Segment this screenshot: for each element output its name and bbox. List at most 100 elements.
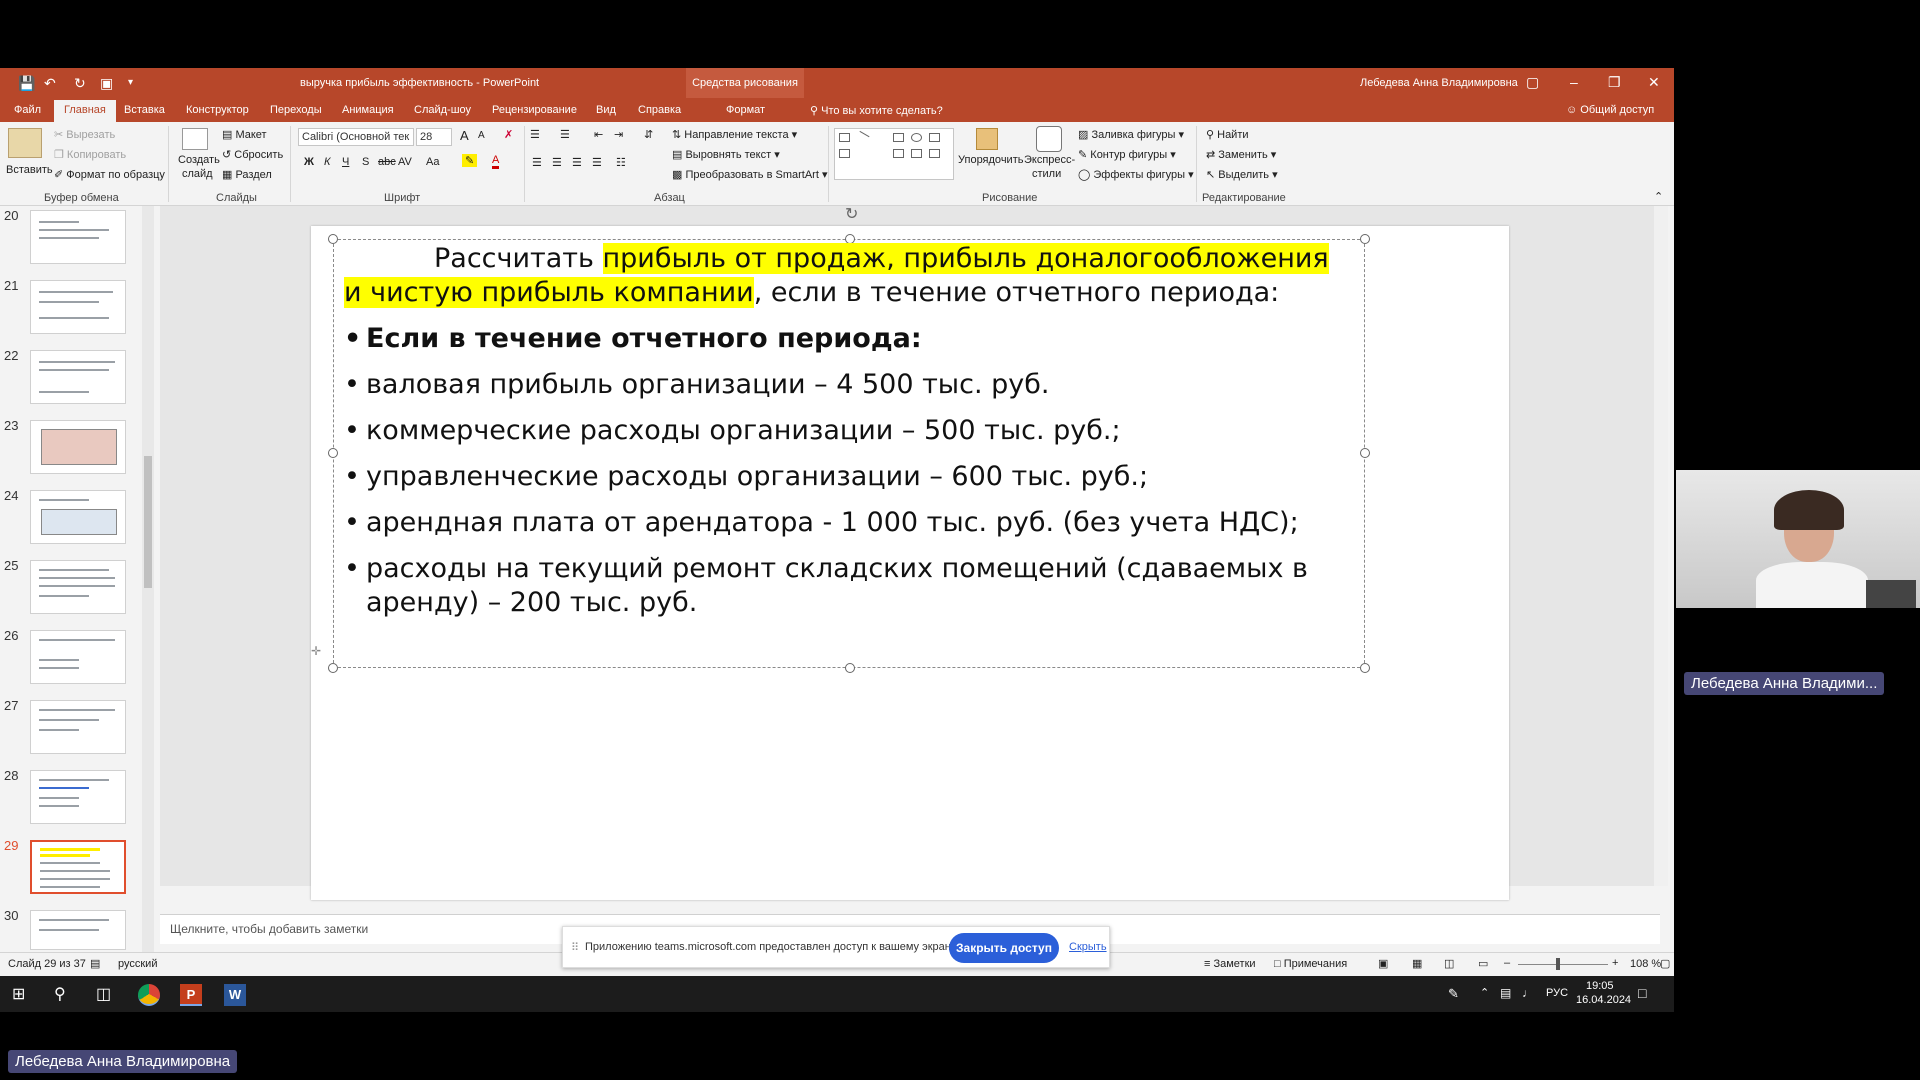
slide-canvas[interactable]: ↻ Рассчитать прибыль от продаж, прибыль … bbox=[311, 206, 1509, 900]
shrink-font-button[interactable]: A bbox=[478, 130, 485, 141]
share-button[interactable]: ☺ Общий доступ bbox=[1566, 104, 1654, 116]
format-painter-button[interactable]: ✐ Формат по образцу bbox=[54, 168, 165, 181]
chrome-icon[interactable] bbox=[138, 984, 160, 1006]
tab-slideshow[interactable]: Слайд-шоу bbox=[414, 104, 471, 116]
align-text-button[interactable]: ▤ Выровнять текст ▾ bbox=[672, 148, 780, 161]
triangle-shape-icon[interactable] bbox=[839, 149, 850, 158]
slideshow-view-icon[interactable]: ▭ bbox=[1478, 957, 1488, 970]
clear-formatting-icon[interactable]: ✗ bbox=[504, 128, 513, 141]
language-indicator[interactable]: русский bbox=[118, 958, 157, 970]
zoom-in-icon[interactable]: + bbox=[1612, 957, 1618, 969]
decrease-indent-icon[interactable]: ⇤ bbox=[594, 128, 603, 141]
copy-button[interactable]: ❐ Копировать bbox=[54, 148, 126, 161]
restore-icon[interactable]: ❐ bbox=[1608, 74, 1621, 91]
font-name-field[interactable]: Calibri (Основной тек bbox=[298, 128, 414, 146]
search-icon[interactable]: ⚲ bbox=[54, 984, 76, 1006]
shape-effects-button[interactable]: ◯ Эффекты фигуры ▾ bbox=[1078, 168, 1194, 181]
tell-me-search[interactable]: ⚲ Что вы хотите сделать? bbox=[810, 104, 943, 117]
paste-icon[interactable] bbox=[8, 128, 42, 158]
undo-icon[interactable]: ↶ bbox=[44, 75, 56, 92]
tab-home[interactable]: Главная bbox=[54, 100, 116, 122]
tab-file[interactable]: Файл bbox=[14, 104, 41, 116]
align-center-icon[interactable]: ☰ bbox=[552, 156, 562, 169]
resize-handle[interactable] bbox=[1360, 234, 1370, 244]
down-arrow-shape-icon[interactable] bbox=[911, 149, 922, 158]
tab-format[interactable]: Формат bbox=[726, 104, 765, 116]
volume-icon[interactable]: ♩ bbox=[1522, 986, 1534, 1000]
rectangle-shape-icon[interactable] bbox=[893, 133, 904, 142]
arrow-shape-icon[interactable] bbox=[893, 149, 904, 158]
tab-animations[interactable]: Анимация bbox=[342, 104, 394, 116]
replace-button[interactable]: ⇄ Заменить ▾ bbox=[1206, 148, 1276, 161]
font-color-icon[interactable]: A bbox=[492, 154, 500, 169]
section-button[interactable]: ▦ Раздел bbox=[222, 168, 272, 181]
hide-link[interactable]: Скрыть bbox=[1069, 941, 1107, 953]
slide-thumbnail[interactable] bbox=[30, 560, 126, 614]
redo-icon[interactable]: ↻ bbox=[74, 75, 86, 92]
slide-thumbnail[interactable] bbox=[30, 420, 126, 474]
present-icon[interactable]: ▣ bbox=[100, 75, 113, 92]
new-slide-icon[interactable] bbox=[182, 128, 208, 150]
rounded-rect-shape-icon[interactable] bbox=[929, 133, 940, 142]
zoom-level[interactable]: 108 % bbox=[1630, 958, 1661, 970]
notifications-icon[interactable]: □ bbox=[1638, 985, 1646, 1001]
numbering-icon[interactable]: ☰ bbox=[560, 128, 570, 141]
network-icon[interactable]: ▤ bbox=[1500, 986, 1511, 1000]
paste-button[interactable]: Вставить bbox=[6, 164, 53, 176]
change-case-button[interactable]: Aa bbox=[426, 156, 439, 168]
zoom-slider[interactable] bbox=[1518, 964, 1608, 965]
quick-styles-button[interactable]: Экспресс- bbox=[1024, 154, 1075, 166]
resize-handle[interactable] bbox=[845, 663, 855, 673]
text-placeholder[interactable]: ↻ Рассчитать прибыль от продаж, прибыль … bbox=[328, 206, 1370, 673]
stop-sharing-button[interactable]: Закрыть доступ bbox=[949, 933, 1059, 963]
slide-sorter-icon[interactable]: ▦ bbox=[1412, 957, 1422, 970]
char-spacing-button[interactable]: AV bbox=[398, 156, 412, 168]
spellcheck-icon[interactable]: ▤ bbox=[90, 957, 100, 970]
slide-thumbnail[interactable] bbox=[30, 910, 126, 950]
shape-outline-button[interactable]: ✎ Контур фигуры ▾ bbox=[1078, 148, 1176, 161]
arrange-icon[interactable] bbox=[976, 128, 998, 150]
columns-icon[interactable]: ☷ bbox=[616, 156, 626, 169]
notes-toggle[interactable]: ≡ Заметки bbox=[1204, 958, 1256, 970]
tab-transitions[interactable]: Переходы bbox=[270, 104, 322, 116]
word-taskbar-icon[interactable]: W bbox=[224, 984, 246, 1006]
slide-thumbnail[interactable] bbox=[30, 280, 126, 334]
slide-scrollbar[interactable] bbox=[1654, 206, 1668, 886]
comments-toggle[interactable]: □ Примечания bbox=[1274, 958, 1347, 970]
layout-options-icon[interactable]: ✛ bbox=[311, 644, 321, 658]
tab-view[interactable]: Вид bbox=[596, 104, 616, 116]
tab-review[interactable]: Рецензирование bbox=[492, 104, 577, 116]
slide-thumbnail[interactable] bbox=[30, 490, 126, 544]
tab-help[interactable]: Справка bbox=[638, 104, 681, 116]
justify-icon[interactable]: ☰ bbox=[592, 156, 602, 169]
slide-thumbnail[interactable] bbox=[30, 630, 126, 684]
highlight-color-icon[interactable]: ✎ bbox=[462, 154, 478, 167]
slide-thumbnail-active[interactable] bbox=[30, 840, 126, 894]
resize-handle[interactable] bbox=[1360, 448, 1370, 458]
bullets-icon[interactable]: ☰ bbox=[530, 128, 540, 141]
input-language[interactable]: РУС bbox=[1546, 987, 1568, 999]
star-shape-icon[interactable] bbox=[929, 149, 940, 158]
slide-thumbnail[interactable] bbox=[30, 700, 126, 754]
resize-handle[interactable] bbox=[1360, 663, 1370, 673]
clock-date[interactable]: 16.04.2024 bbox=[1576, 994, 1631, 1006]
oval-shape-icon[interactable] bbox=[911, 133, 922, 142]
cut-button[interactable]: ✂ Вырезать bbox=[54, 128, 115, 141]
save-icon[interactable]: 💾 bbox=[18, 75, 35, 92]
increase-indent-icon[interactable]: ⇥ bbox=[614, 128, 623, 141]
windows-start-icon[interactable]: ⊞ bbox=[12, 984, 34, 1006]
clock-time[interactable]: 19:05 bbox=[1586, 980, 1614, 992]
account-name[interactable]: Лебедева Анна Владимировна bbox=[1360, 77, 1518, 89]
slide-thumbnail[interactable] bbox=[30, 350, 126, 404]
shape-fill-button[interactable]: ▨ Заливка фигуры ▾ bbox=[1078, 128, 1184, 141]
align-left-icon[interactable]: ☰ bbox=[532, 156, 542, 169]
shapes-gallery[interactable] bbox=[834, 128, 954, 180]
collapse-ribbon-icon[interactable]: ⌃ bbox=[1654, 190, 1663, 203]
close-icon[interactable]: ✕ bbox=[1648, 74, 1660, 91]
minimize-icon[interactable]: – bbox=[1570, 74, 1578, 90]
align-right-icon[interactable]: ☰ bbox=[572, 156, 582, 169]
normal-view-icon[interactable]: ▣ bbox=[1378, 957, 1388, 970]
find-button[interactable]: ⚲ Найти bbox=[1206, 128, 1249, 141]
powerpoint-taskbar-icon[interactable]: P bbox=[180, 984, 202, 1006]
resize-handle[interactable] bbox=[328, 234, 338, 244]
